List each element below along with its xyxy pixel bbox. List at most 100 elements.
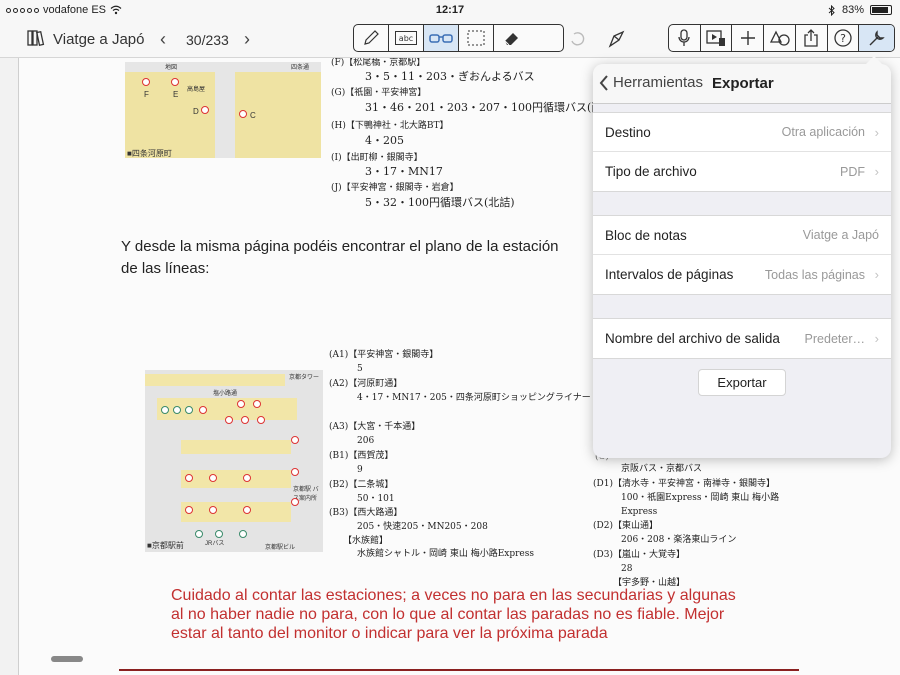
chevron-right-icon: ›: [874, 124, 879, 140]
select-tool-button[interactable]: [459, 25, 494, 51]
svg-text:abc: abc: [399, 34, 413, 43]
annotation-tools: abc: [353, 24, 564, 52]
eraser-tool-button[interactable]: [494, 25, 529, 51]
row-label: Tipo de archivo: [605, 164, 697, 179]
tools-button[interactable]: [859, 25, 894, 51]
route-heading: (F)【松尾橋・京都駅】: [331, 58, 426, 68]
bluetooth-icon: [828, 4, 835, 16]
plus-icon: [740, 31, 755, 45]
chevron-right-icon: ›: [874, 331, 879, 346]
route-lines: 100・祇園Express・岡崎 東山 梅小路 Express: [621, 493, 780, 517]
station-map-street-label: 塩小路通: [213, 391, 238, 397]
route-heading: (D1)【清水寺・平安神宮・南禅寺・銀閣寺】: [593, 479, 775, 489]
route-heading: (G)【祇園・平安神宮】: [331, 88, 427, 98]
output-filename-row[interactable]: Nombre del archivo de salida Predeter… ›: [593, 319, 891, 358]
text-tool-button[interactable]: abc: [389, 25, 424, 51]
paragraph-line: Y desde la misma página podéis encontrar…: [121, 238, 559, 255]
undo-icon: [571, 32, 585, 46]
destination-row[interactable]: Destino Otra aplicación ›: [593, 113, 891, 152]
previous-page-button[interactable]: ‹: [160, 29, 166, 50]
annotation-note[interactable]: Cuidado al contar las estaciones; a vece…: [171, 586, 741, 643]
route-heading: (I)【出町柳・銀閣寺】: [331, 153, 423, 163]
back-button-label: Herramientas: [613, 74, 704, 91]
chevron-left-icon: [599, 74, 608, 91]
microphone-button[interactable]: [669, 25, 701, 51]
route-lines: 3・5・11・203・ぎおんよるバス: [365, 70, 535, 83]
row-value: Predeter…: [804, 331, 865, 346]
page-indicator: 30/233: [186, 32, 229, 48]
bus-stop-marker: [201, 106, 209, 114]
export-section-notebook: Bloc de notas Viatge a Japó Intervalos d…: [593, 215, 891, 295]
wrench-icon: [869, 30, 885, 46]
route-heading: 【水族館】: [343, 536, 389, 546]
row-label: Bloc de notas: [605, 227, 687, 243]
route-lines: 28: [621, 564, 633, 574]
shapes-icon: [769, 30, 790, 46]
row-label: Nombre del archivo de salida: [605, 331, 780, 346]
share-icon: [804, 29, 818, 47]
route-lines: 4・205: [365, 134, 404, 147]
row-value: Todas las páginas: [764, 267, 865, 282]
glasses-icon: [429, 34, 453, 43]
route-lines: 水族館シャトル・岡崎 東山 梅小路Express: [357, 549, 534, 559]
status-bar: vodafone ES 12:17 83%: [0, 0, 900, 20]
undo-button[interactable]: [565, 27, 589, 51]
export-button[interactable]: Exportar: [698, 369, 786, 396]
selection-icon: [467, 30, 485, 46]
library-icon[interactable]: [26, 28, 46, 48]
help-icon: ?: [834, 29, 852, 47]
row-label: Intervalos de páginas: [605, 267, 734, 282]
clock: 12:17: [435, 4, 465, 16]
route-lines: 205・快速205・MN205・208: [357, 522, 488, 532]
file-type-row[interactable]: Tipo de archivo PDF ›: [593, 152, 891, 191]
row-value: Otra aplicación: [781, 125, 865, 139]
next-page-button[interactable]: ›: [244, 29, 250, 50]
route-heading: (A1)【平安神宮・銀閣寺】: [329, 350, 439, 360]
document-title[interactable]: Viatge a Japó: [53, 31, 144, 48]
scroll-handle[interactable]: [51, 656, 83, 662]
row-label: Destino: [605, 124, 651, 140]
route-lines: 50・101: [357, 494, 395, 504]
station-map-bottom-right-label: 京都駅ビル: [265, 545, 296, 551]
row-value: PDF: [840, 164, 865, 179]
bus-stop-marker: [171, 78, 179, 86]
route-lines: 206: [357, 436, 375, 446]
top-map-label: 地図: [165, 65, 178, 71]
help-button[interactable]: ?: [828, 25, 860, 51]
stop-label-f: F: [144, 90, 149, 99]
route-lines: 206・208・楽洛東山ライン: [621, 535, 737, 545]
eraser-icon: [504, 33, 518, 46]
landmark-label: 高島屋: [187, 87, 206, 93]
shapes-button[interactable]: [764, 25, 796, 51]
stop-label-d: D: [193, 107, 199, 116]
page-range-row[interactable]: Intervalos de páginas Todas las páginas …: [593, 255, 891, 294]
route-lines: 9: [357, 465, 363, 475]
route-lines: 31・46・201・203・207・100円循環バス(西詰): [365, 101, 618, 114]
export-section-filename: Nombre del archivo de salida Predeter… ›: [593, 318, 891, 359]
back-button[interactable]: Herramientas: [599, 74, 703, 91]
export-section-destination: Destino Otra aplicación › Tipo de archiv…: [593, 112, 891, 192]
route-lines: 京阪バス・京都バス: [621, 464, 703, 474]
station-map-tower-label: 京都タワー: [289, 375, 320, 381]
add-button[interactable]: [732, 25, 765, 51]
top-map-bottom-label: ■四条河原町: [127, 149, 172, 158]
video-icon: [706, 30, 726, 46]
chevron-right-icon: ›: [874, 164, 879, 179]
pencil-icon: [364, 30, 379, 45]
route-heading: (H)【下鴨神社・北大路BT】: [331, 121, 449, 131]
pencil-tool-button[interactable]: [354, 25, 389, 51]
station-map-bottom-label: ■京都駅前: [147, 541, 184, 550]
share-button[interactable]: [796, 25, 828, 51]
bus-stop-marker: [142, 78, 150, 86]
export-popover: Herramientas Exportar Destino Otra aplic…: [593, 56, 891, 458]
route-lines: 5・32・100円循環バス(北詰): [365, 196, 515, 209]
lasso-button[interactable]: [604, 27, 628, 51]
route-lines: 3・17・MN17: [365, 165, 443, 178]
lasso-icon: [608, 30, 625, 48]
battery-icon: [870, 5, 892, 15]
route-lines: 4・17・MN17・205・四条河原町ショッピングライナー: [357, 393, 591, 403]
battery-percent: 83%: [841, 4, 864, 16]
media-button[interactable]: [701, 25, 733, 51]
top-map: 地図 四条通 F E 高島屋 D C ■四条河原町: [125, 62, 321, 158]
view-mode-button[interactable]: [424, 25, 459, 51]
